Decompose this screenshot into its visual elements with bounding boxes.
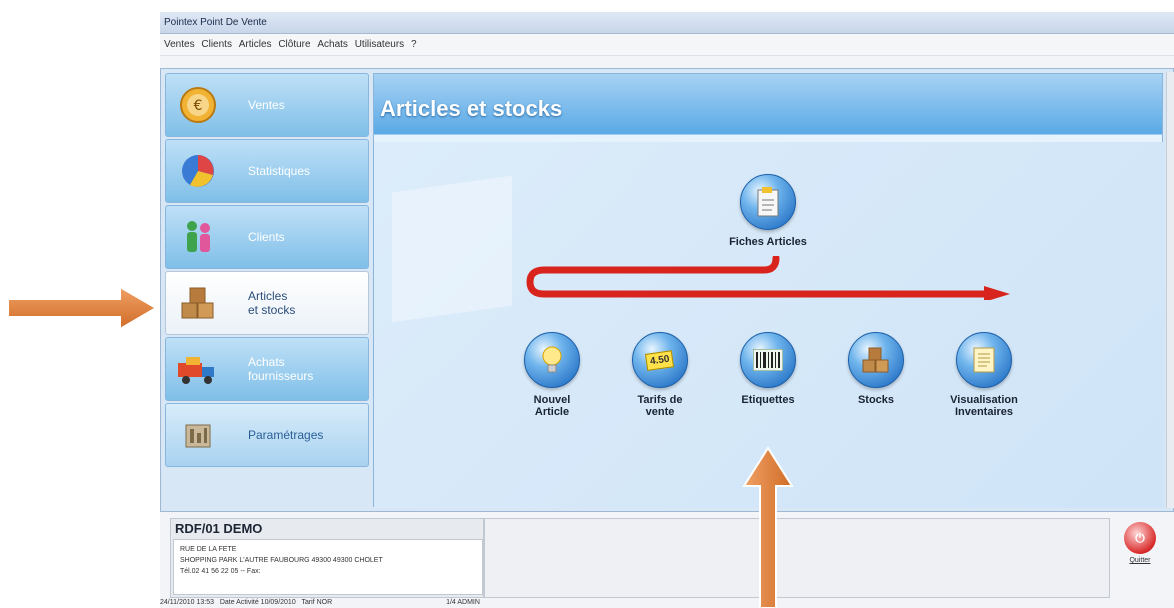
sidebar-item-achats-fournisseurs[interactable]: Achats fournisseurs — [165, 337, 369, 401]
action-label: Tarifs de vente — [637, 394, 683, 418]
settings-icon — [174, 411, 222, 459]
sidebar-item-parametrages[interactable]: Paramétrages — [165, 403, 369, 467]
background-decoration — [392, 175, 512, 323]
sidebar-label: Achats fournisseurs — [248, 355, 314, 383]
action-label: Nouvel Article — [533, 394, 571, 418]
main-panel: Articles et stocks Fiches Articles Nouve… — [373, 73, 1164, 508]
action-visualisation-inventaires[interactable]: Visualisation Inventaires — [936, 332, 1032, 418]
action-nouvel-article[interactable]: Nouvel Article — [504, 332, 600, 418]
quit-label: Quitter — [1129, 557, 1151, 564]
status-activity: Date Activité 10/09/2010 — [219, 599, 296, 606]
page-title: Articles et stocks — [380, 96, 563, 121]
address-line: SHOPPING PARK L'AUTRE FAUBOURG 49300 493… — [180, 557, 383, 564]
scroll-icon — [956, 332, 1012, 388]
window-title: Pointex Point De Vente — [160, 12, 1174, 34]
menu-ventes[interactable]: Ventes — [162, 39, 197, 50]
address-line: RUE DE LA FETE — [180, 546, 237, 553]
menu-articles[interactable]: Articles — [237, 39, 274, 50]
menu-help[interactable]: ? — [409, 39, 419, 50]
sidebar-label: Paramétrages — [248, 428, 324, 442]
action-label: Stocks — [857, 394, 895, 406]
menu-cloture[interactable]: Clôture — [276, 39, 312, 50]
sidebar-label: Statistiques — [248, 164, 311, 178]
pie-chart-icon — [174, 147, 222, 195]
status-tarif: Tarif NOR — [301, 599, 333, 606]
content-area: € Ventes Statistiques Clients Articles e… — [160, 68, 1174, 512]
company-address: RUE DE LA FETE SHOPPING PARK L'AUTRE FAU… — [173, 539, 483, 595]
euro-coin-icon: € — [174, 81, 222, 129]
menu-clients[interactable]: Clients — [199, 39, 234, 50]
status-user: 1/4 ADMIN — [446, 599, 480, 606]
sidebar: € Ventes Statistiques Clients Articles e… — [165, 73, 369, 469]
power-icon: ⏻ — [1124, 522, 1156, 554]
action-label: Fiches Articles — [729, 236, 807, 248]
sidebar-item-clients[interactable]: Clients — [165, 205, 369, 269]
status-datetime: 24/11/2010 13:53 — [160, 599, 214, 606]
sidebar-label: Clients — [248, 230, 285, 244]
action-stocks[interactable]: Stocks — [828, 332, 924, 406]
boxes-icon — [174, 279, 222, 327]
vertical-scrollbar[interactable] — [1166, 72, 1174, 508]
application-window: Pointex Point De Vente Ventes Clients Ar… — [160, 12, 1174, 608]
flow-arrow — [526, 256, 1010, 300]
sidebar-item-statistiques[interactable]: Statistiques — [165, 139, 369, 203]
truck-icon — [174, 345, 222, 393]
company-name: RDF/01 DEMO — [175, 521, 263, 536]
sidebar-label: Articles et stocks — [248, 289, 296, 317]
price-tag-icon: 4.50 — [632, 332, 688, 388]
people-icon — [174, 213, 222, 261]
sidebar-label: Ventes — [248, 98, 285, 112]
menu-bar: Ventes Clients Articles Clôture Achats U… — [160, 34, 1174, 56]
screenshot-stage: Pointex Point De Vente Ventes Clients Ar… — [0, 0, 1174, 608]
sidebar-item-articles-stocks[interactable]: Articles et stocks — [165, 271, 369, 335]
phone-line: Tél.02 41 56 22 05 -- Fax: — [180, 568, 261, 575]
status-bar: 24/11/2010 13:53 Date Activité 10/09/201… — [160, 598, 1174, 608]
annotation-arrow-up — [742, 446, 794, 608]
action-label: Visualisation Inventaires — [950, 394, 1018, 418]
document-icon — [740, 174, 796, 230]
annotation-arrow-right — [8, 285, 158, 331]
quit-button[interactable]: ⏻ Quitter — [1120, 522, 1160, 564]
price-badge: 4.50 — [645, 349, 675, 371]
boxes-icon — [848, 332, 904, 388]
svg-text:€: € — [194, 98, 203, 114]
action-etiquettes[interactable]: Etiquettes — [720, 332, 816, 406]
action-fiches-articles[interactable]: Fiches Articles — [720, 174, 816, 248]
menu-utilisateurs[interactable]: Utilisateurs — [353, 39, 406, 50]
action-tarifs-de-vente[interactable]: 4.50 Tarifs de vente — [612, 332, 708, 418]
menu-achats[interactable]: Achats — [315, 39, 350, 50]
barcode-icon — [740, 332, 796, 388]
action-label: Etiquettes — [741, 394, 795, 406]
company-info: RDF/01 DEMO RUE DE LA FETE SHOPPING PARK… — [170, 518, 484, 598]
lightbulb-icon — [524, 332, 580, 388]
sidebar-item-ventes[interactable]: € Ventes — [165, 73, 369, 137]
